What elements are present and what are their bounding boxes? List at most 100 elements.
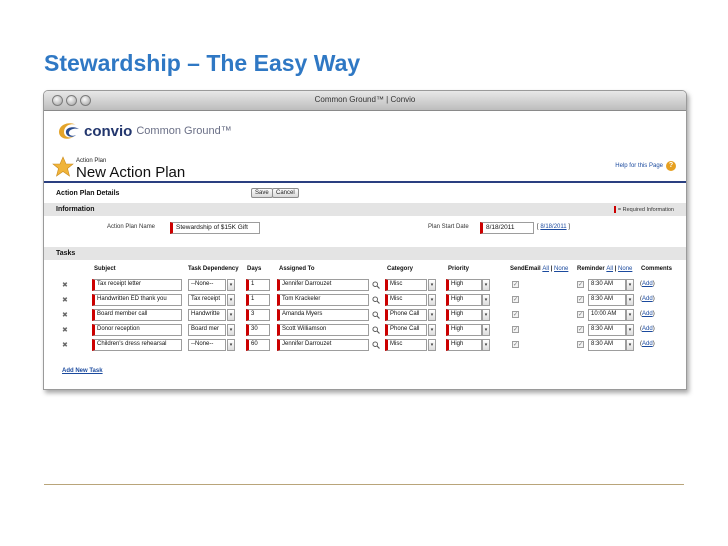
chevron-down-icon[interactable]: ▾ xyxy=(227,294,235,306)
subject-input[interactable]: Donor reception xyxy=(92,324,182,336)
help-icon[interactable]: ? xyxy=(666,161,676,171)
delete-row-icon[interactable]: ✖ xyxy=(62,326,68,334)
reminder-time-select[interactable]: 8:30 AM xyxy=(588,324,626,336)
subject-input[interactable]: Board member call xyxy=(92,309,182,321)
plan-name-input[interactable]: Stewardship of $15K Gift xyxy=(170,222,260,234)
category-select[interactable]: Phone Call xyxy=(385,324,427,336)
reminder-checkbox[interactable]: ✓ xyxy=(577,281,584,288)
add-comment-label[interactable]: Add xyxy=(642,296,653,302)
dependency-select[interactable]: Handwritte xyxy=(188,309,226,321)
convio-swirl-icon xyxy=(59,123,79,139)
help-link-label[interactable]: Help for this Page xyxy=(615,163,663,169)
category-select[interactable]: Phone Call xyxy=(385,309,427,321)
chevron-down-icon[interactable]: ▾ xyxy=(482,279,490,291)
save-button[interactable]: Save xyxy=(251,188,273,198)
days-input[interactable]: 1 xyxy=(246,279,270,291)
assigned-to-input[interactable]: Jennifer Darrouzet xyxy=(277,339,369,351)
add-comment-link[interactable]: (Add) xyxy=(640,326,655,332)
chevron-down-icon[interactable]: ▾ xyxy=(428,324,436,336)
category-select[interactable]: Misc xyxy=(385,339,427,351)
add-comment-link[interactable]: (Add) xyxy=(640,281,655,287)
dependency-select[interactable]: --None-- xyxy=(188,279,226,291)
chevron-down-icon[interactable]: ▾ xyxy=(482,309,490,321)
assigned-to-input[interactable]: Amanda Myers xyxy=(277,309,369,321)
reminder-time-select[interactable]: 10:00 AM xyxy=(588,309,626,321)
add-comment-link[interactable]: (Add) xyxy=(640,296,655,302)
lookup-icon[interactable] xyxy=(372,281,380,289)
lookup-icon[interactable] xyxy=(372,311,380,319)
send-email-checkbox[interactable]: ✓ xyxy=(512,341,519,348)
chevron-down-icon[interactable]: ▾ xyxy=(227,339,235,351)
assigned-to-input[interactable]: Scott Williamson xyxy=(277,324,369,336)
chevron-down-icon[interactable]: ▾ xyxy=(227,324,235,336)
start-date-input[interactable]: 8/18/2011 xyxy=(480,222,534,234)
chevron-down-icon[interactable]: ▾ xyxy=(428,309,436,321)
reminder-all-link[interactable]: All xyxy=(606,266,613,272)
days-input[interactable]: 1 xyxy=(246,294,270,306)
assigned-to-input[interactable]: Jennifer Darrouzet xyxy=(277,279,369,291)
reminder-time-select[interactable]: 8:30 AM xyxy=(588,339,626,351)
assigned-to-input[interactable]: Tom Krackeler xyxy=(277,294,369,306)
subject-input[interactable]: Handwritten ED thank you xyxy=(92,294,182,306)
dependency-select[interactable]: Board mer xyxy=(188,324,226,336)
send-email-checkbox[interactable]: ✓ xyxy=(512,311,519,318)
dependency-select[interactable]: --None-- xyxy=(188,339,226,351)
priority-select[interactable]: High xyxy=(446,339,482,351)
send-email-checkbox[interactable]: ✓ xyxy=(512,326,519,333)
send-email-all-link[interactable]: All xyxy=(542,266,549,272)
reminder-time-select[interactable]: 8:30 AM xyxy=(588,279,626,291)
add-comment-label[interactable]: Add xyxy=(642,341,653,347)
lookup-icon[interactable] xyxy=(372,326,380,334)
category-select[interactable]: Misc xyxy=(385,294,427,306)
add-comment-link[interactable]: (Add) xyxy=(640,341,655,347)
days-input[interactable]: 30 xyxy=(246,324,270,336)
chevron-down-icon[interactable]: ▾ xyxy=(626,324,634,336)
chevron-down-icon[interactable]: ▾ xyxy=(626,339,634,351)
chevron-down-icon[interactable]: ▾ xyxy=(626,309,634,321)
chevron-down-icon[interactable]: ▾ xyxy=(227,309,235,321)
delete-row-icon[interactable]: ✖ xyxy=(62,281,68,289)
start-date-today[interactable]: [ 8/18/2011 ] xyxy=(537,224,570,230)
reminder-checkbox[interactable]: ✓ xyxy=(577,311,584,318)
reminder-none-link[interactable]: None xyxy=(618,266,632,272)
chevron-down-icon[interactable]: ▾ xyxy=(428,279,436,291)
reminder-checkbox[interactable]: ✓ xyxy=(577,326,584,333)
subject-input[interactable]: Tax receipt letter xyxy=(92,279,182,291)
chevron-down-icon[interactable]: ▾ xyxy=(428,339,436,351)
category-select[interactable]: Misc xyxy=(385,279,427,291)
help-link[interactable]: Help for this Page ? xyxy=(615,161,676,171)
add-comment-label[interactable]: Add xyxy=(642,326,653,332)
chevron-down-icon[interactable]: ▾ xyxy=(626,279,634,291)
send-email-checkbox[interactable]: ✓ xyxy=(512,281,519,288)
reminder-time-select[interactable]: 8:30 AM xyxy=(588,294,626,306)
dependency-select[interactable]: Tax receipt xyxy=(188,294,226,306)
chevron-down-icon[interactable]: ▾ xyxy=(482,294,490,306)
delete-row-icon[interactable]: ✖ xyxy=(62,296,68,304)
days-input[interactable]: 60 xyxy=(246,339,270,351)
priority-select[interactable]: High xyxy=(446,294,482,306)
add-comment-label[interactable]: Add xyxy=(642,281,653,287)
chevron-down-icon[interactable]: ▾ xyxy=(428,294,436,306)
add-comment-link[interactable]: (Add) xyxy=(640,311,655,317)
lookup-icon[interactable] xyxy=(372,296,380,304)
send-email-none-link[interactable]: None xyxy=(554,266,568,272)
delete-row-icon[interactable]: ✖ xyxy=(62,341,68,349)
cancel-button[interactable]: Cancel xyxy=(272,188,299,198)
chevron-down-icon[interactable]: ▾ xyxy=(482,339,490,351)
priority-select[interactable]: High xyxy=(446,309,482,321)
reminder-checkbox[interactable]: ✓ xyxy=(577,341,584,348)
reminder-checkbox[interactable]: ✓ xyxy=(577,296,584,303)
priority-select[interactable]: High xyxy=(446,324,482,336)
chevron-down-icon[interactable]: ▾ xyxy=(482,324,490,336)
days-input[interactable]: 3 xyxy=(246,309,270,321)
delete-row-icon[interactable]: ✖ xyxy=(62,311,68,319)
lookup-icon[interactable] xyxy=(372,341,380,349)
send-email-checkbox[interactable]: ✓ xyxy=(512,296,519,303)
priority-select[interactable]: High xyxy=(446,279,482,291)
add-comment-label[interactable]: Add xyxy=(642,311,653,317)
start-date-today-link[interactable]: 8/18/2011 xyxy=(540,224,566,230)
chevron-down-icon[interactable]: ▾ xyxy=(227,279,235,291)
subject-input[interactable]: Children's dress rehearsal xyxy=(92,339,182,351)
add-new-task-link[interactable]: Add New Task xyxy=(62,368,103,374)
chevron-down-icon[interactable]: ▾ xyxy=(626,294,634,306)
